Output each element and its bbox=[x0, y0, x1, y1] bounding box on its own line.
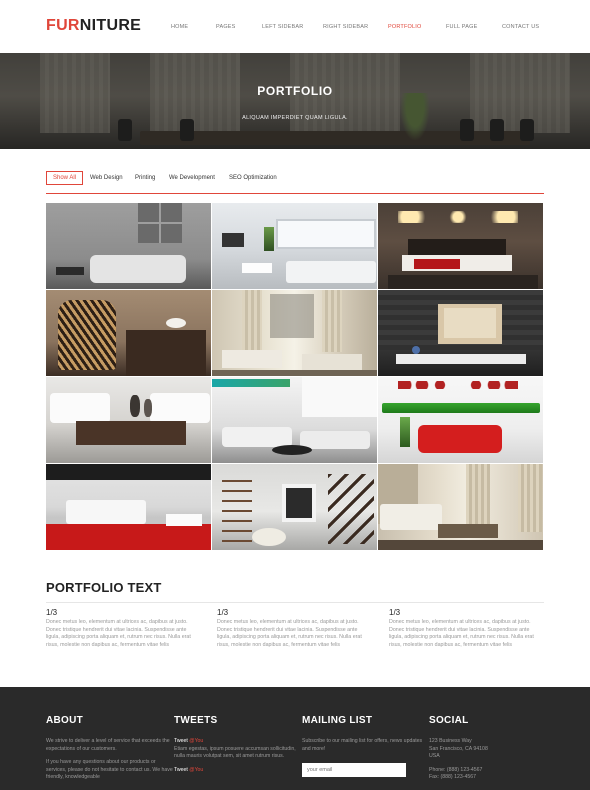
text-column: 1/3 Donec metus leo, elementum at ultric… bbox=[389, 608, 543, 650]
hero-overlay bbox=[0, 53, 590, 149]
footer-tweets: TWEETS Tweet @You Etiam egestas, ipsum p… bbox=[174, 715, 302, 774]
nav-left-sidebar[interactable]: LEFT SIDEBAR bbox=[262, 24, 303, 30]
footer-mailing-list: MAILING LIST Subscribe to our mailing li… bbox=[302, 715, 430, 778]
bright-curtained-room-image[interactable] bbox=[378, 464, 543, 550]
tweet-header: Tweet @You bbox=[174, 767, 302, 775]
text-column: 1/3 Donec metus leo, elementum at ultric… bbox=[217, 608, 371, 650]
filter-web-development[interactable]: We Development bbox=[169, 171, 215, 185]
footer-about-title: ABOUT bbox=[46, 715, 84, 726]
hero-banner bbox=[0, 53, 590, 149]
nav-contact-us[interactable]: CONTACT US bbox=[502, 24, 539, 30]
footer-about-text-2: If you have any questions about our prod… bbox=[46, 759, 173, 781]
filter-printing[interactable]: Printing bbox=[135, 171, 155, 185]
bedroom-red-bed-image[interactable] bbox=[378, 203, 543, 289]
tweet-handle[interactable]: @You bbox=[189, 738, 203, 744]
column-heading: 1/3 bbox=[46, 608, 58, 617]
main-nav: HOME PAGES LEFT SIDEBAR RIGHT SIDEBAR PO… bbox=[0, 24, 590, 34]
phone-number: Phone: (888) 123-4567 bbox=[429, 766, 483, 773]
white-lounge-image[interactable] bbox=[212, 377, 377, 463]
white-living-room-image[interactable] bbox=[212, 203, 377, 289]
email-input[interactable] bbox=[302, 763, 406, 778]
red-floor-room-image[interactable] bbox=[46, 464, 211, 550]
footer-mailing-title: MAILING LIST bbox=[302, 715, 373, 726]
column-text: Donec metus leo, elementum at ultrices a… bbox=[389, 619, 534, 649]
fax-number: Fax: (888) 123-4567 bbox=[429, 774, 477, 781]
tweet-header: Tweet @You bbox=[174, 738, 302, 746]
curtained-living-room-image[interactable] bbox=[212, 290, 377, 376]
filter-web-design[interactable]: Web Design bbox=[90, 171, 123, 185]
white-room-staircase-image[interactable] bbox=[212, 464, 377, 550]
tweet-label: Tweet bbox=[174, 738, 188, 744]
address-line: 123 Business Way bbox=[429, 738, 472, 744]
column-heading: 1/3 bbox=[217, 608, 229, 617]
nav-pages[interactable]: PAGES bbox=[216, 24, 236, 30]
footer-about-text: We strive to deliver a level of service … bbox=[46, 738, 170, 752]
column-text: Donec metus leo, elementum at ultrices a… bbox=[217, 619, 362, 649]
address-line: USA bbox=[429, 753, 440, 760]
site-header: FURNITURE HOME PAGES LEFT SIDEBAR RIGHT … bbox=[0, 0, 590, 53]
text-column: 1/3 Donec metus leo, elementum at ultric… bbox=[46, 608, 200, 650]
portfolio-text-title: PORTFOLIO TEXT bbox=[46, 580, 162, 595]
column-text: Donec metus leo, elementum at ultrices a… bbox=[46, 619, 191, 649]
red-sofa-image[interactable] bbox=[378, 377, 543, 463]
page-subtitle: ALIQUAM IMPERDIET QUAM LIGULA. bbox=[242, 115, 348, 121]
nav-home[interactable]: HOME bbox=[171, 24, 188, 30]
footer-mailing-text: Subscribe to our mailing list for offers… bbox=[302, 738, 423, 752]
white-sofas-coffee-table-image[interactable] bbox=[46, 377, 211, 463]
filter-divider bbox=[46, 193, 544, 194]
portfolio-text-divider bbox=[46, 602, 544, 603]
footer-tweets-title: TWEETS bbox=[174, 715, 218, 726]
filter-show-all[interactable]: Show All bbox=[46, 171, 84, 185]
portfolio-grid bbox=[46, 203, 544, 550]
tweet-label: Tweet bbox=[174, 766, 188, 773]
footer-social-title: SOCIAL bbox=[429, 715, 469, 726]
dark-wall-tv-unit-image[interactable] bbox=[378, 290, 543, 376]
zebra-armchair-image[interactable] bbox=[46, 290, 211, 376]
nav-right-sidebar[interactable]: RIGHT SIDEBAR bbox=[323, 24, 368, 30]
filter-seo-optimization[interactable]: SEO Optimization bbox=[229, 171, 277, 185]
column-heading: 1/3 bbox=[389, 608, 401, 617]
grey-sofa-room-image[interactable] bbox=[46, 203, 211, 289]
page-title: PORTFOLIO bbox=[257, 84, 333, 98]
footer-social: SOCIAL 123 Business Way San Francisco, C… bbox=[429, 715, 557, 782]
tweet-text: Etiam egestas, ipsum posuere accumsan so… bbox=[174, 745, 296, 760]
site-footer: ABOUT We strive to deliver a level of se… bbox=[0, 687, 590, 790]
nav-portfolio[interactable]: PORTFOLIO bbox=[388, 24, 421, 30]
address-line: San Francisco, CA 94108 bbox=[429, 745, 488, 752]
footer-about: ABOUT We strive to deliver a level of se… bbox=[46, 715, 174, 782]
tweet-handle[interactable]: @You bbox=[189, 767, 203, 773]
nav-full-page[interactable]: FULL PAGE bbox=[446, 24, 477, 30]
